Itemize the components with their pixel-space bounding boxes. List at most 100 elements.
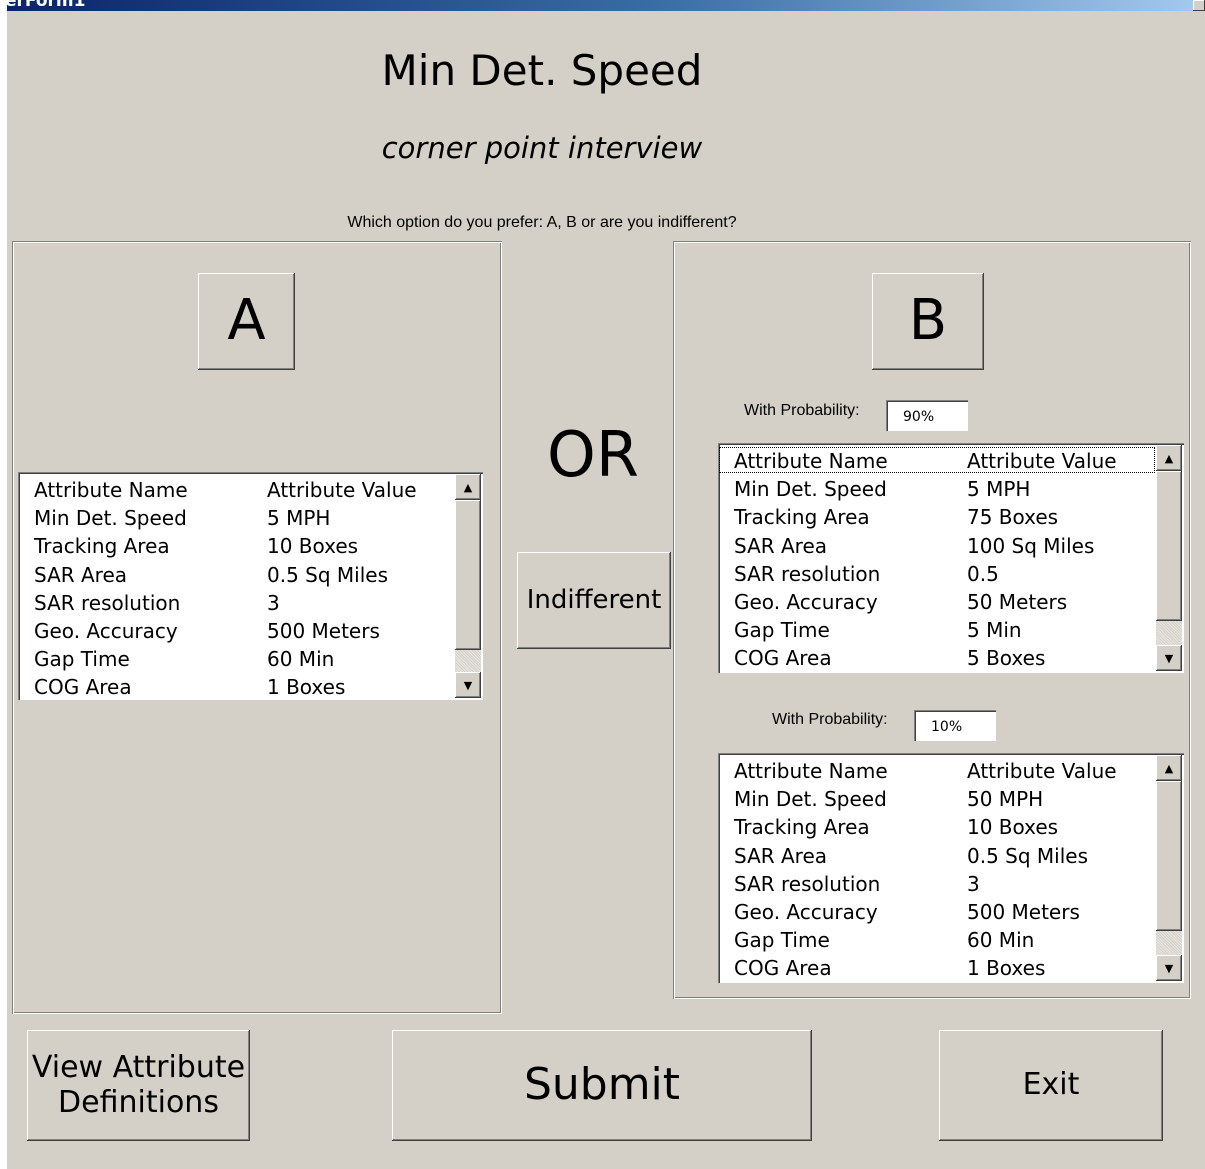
view-definitions-line-1: View Attribute — [31, 1050, 246, 1085]
attribute-value: 75 Boxes — [967, 505, 1059, 530]
list-item[interactable]: Min Det. Speed 50 MPH — [718, 784, 1156, 812]
attribute-name: Geo. Accuracy — [734, 899, 878, 924]
attribute-value: 1 Boxes — [267, 675, 346, 700]
submit-button[interactable]: Submit — [392, 1030, 812, 1141]
window-control-button[interactable] — [1193, 0, 1205, 11]
probability-field-1[interactable]: 90% — [886, 400, 968, 431]
option-b-branch2-list-rows: Attribute Name Attribute Value Min Det. … — [718, 756, 1156, 982]
option-b-button[interactable]: B — [872, 273, 984, 370]
list-header-row: Attribute Name Attribute Value — [718, 446, 1156, 474]
attribute-name: SAR Area — [734, 533, 828, 558]
list-item[interactable]: Geo. Accuracy 50 Meters — [718, 587, 1156, 615]
list-item[interactable]: Geo. Accuracy 500 Meters — [718, 897, 1156, 925]
attribute-value: 5 MPH — [267, 506, 331, 531]
scroll-down-arrow-icon[interactable]: ▼ — [455, 672, 481, 698]
attribute-name: Min Det. Speed — [34, 506, 187, 531]
attribute-name: COG Area — [734, 646, 832, 671]
attribute-value: 50 Meters — [967, 589, 1068, 614]
interview-form: erForm1 Min Det. Speed corner point inte… — [7, 0, 1205, 1169]
scrollbar-thumb[interactable] — [1156, 781, 1182, 931]
attribute-value: 5 Boxes — [967, 646, 1046, 671]
option-b-branch2-attribute-list[interactable]: Attribute Name Attribute Value Min Det. … — [718, 753, 1184, 983]
attribute-name: Tracking Area — [34, 534, 170, 559]
attribute-value: 0.5 Sq Miles — [267, 562, 389, 587]
scroll-up-arrow-icon[interactable]: ▲ — [455, 474, 481, 500]
window-title: erForm1 — [7, 0, 86, 11]
probability-field-2[interactable]: 10% — [914, 710, 996, 741]
scroll-down-arrow-icon[interactable]: ▼ — [1156, 955, 1182, 981]
list-item[interactable]: Gap Time 60 Min — [18, 644, 455, 672]
attribute-value: 0.5 Sq Miles — [967, 843, 1089, 868]
probability-label-1: With Probability: — [744, 402, 860, 419]
indifferent-button[interactable]: Indifferent — [517, 552, 671, 649]
attribute-value: 5 Min — [967, 618, 1022, 643]
list-item[interactable]: Min Det. Speed 5 MPH — [718, 474, 1156, 502]
list-item[interactable]: Gap Time 60 Min — [718, 925, 1156, 953]
attribute-value: 10 Boxes — [267, 534, 359, 559]
attribute-name: SAR Area — [734, 843, 828, 868]
vertical-scrollbar[interactable]: ▲ ▼ — [455, 474, 481, 698]
column-header-value: Attribute Value — [267, 478, 417, 502]
column-header-value: Attribute Value — [967, 449, 1117, 473]
scroll-down-arrow-icon[interactable]: ▼ — [1156, 645, 1182, 671]
list-item[interactable]: Tracking Area 10 Boxes — [18, 531, 455, 559]
list-item[interactable]: Geo. Accuracy 500 Meters — [18, 616, 455, 644]
list-item[interactable]: Tracking Area 10 Boxes — [718, 812, 1156, 840]
list-item[interactable]: SAR Area 100 Sq Miles — [718, 531, 1156, 559]
attribute-value: 1 Boxes — [967, 956, 1046, 981]
attribute-value: 500 Meters — [967, 899, 1080, 924]
list-item[interactable]: Tracking Area 75 Boxes — [718, 502, 1156, 530]
option-b-branch1-attribute-list[interactable]: Attribute Name Attribute Value Min Det. … — [718, 443, 1184, 673]
option-a-attribute-list[interactable]: Attribute Name Attribute Value Min Det. … — [18, 472, 483, 700]
scroll-up-arrow-icon[interactable]: ▲ — [1156, 445, 1182, 471]
attribute-name: Min Det. Speed — [734, 787, 887, 812]
attribute-name: Gap Time — [734, 928, 830, 953]
vertical-scrollbar[interactable]: ▲ ▼ — [1156, 445, 1182, 671]
scrollbar-thumb[interactable] — [1156, 471, 1182, 621]
window-titlebar[interactable]: erForm1 — [7, 0, 1205, 11]
list-item[interactable]: COG Area 1 Boxes — [718, 953, 1156, 981]
vertical-scrollbar[interactable]: ▲ ▼ — [1156, 755, 1182, 981]
column-header-name: Attribute Name — [734, 759, 888, 783]
attribute-name: COG Area — [734, 956, 832, 981]
attribute-name: Gap Time — [734, 618, 830, 643]
list-item[interactable]: COG Area 1 Boxes — [18, 672, 455, 700]
attribute-name: Min Det. Speed — [734, 477, 887, 502]
attribute-value: 5 MPH — [967, 477, 1031, 502]
attribute-value: 3 — [967, 871, 980, 896]
column-header-value: Attribute Value — [967, 759, 1117, 783]
probability-label-2: With Probability: — [772, 711, 888, 728]
option-a-button[interactable]: A — [198, 273, 295, 370]
attribute-value: 3 — [267, 590, 280, 615]
column-header-name: Attribute Name — [34, 478, 188, 502]
attribute-name: COG Area — [34, 675, 132, 700]
page-subtitle: corner point interview — [381, 131, 703, 165]
attribute-name: SAR resolution — [734, 561, 881, 586]
attribute-value: 500 Meters — [267, 618, 380, 643]
list-header-row: Attribute Name Attribute Value — [718, 756, 1156, 784]
option-a-list-rows: Attribute Name Attribute Value Min Det. … — [18, 475, 455, 700]
list-item[interactable]: SAR resolution 3 — [18, 588, 455, 616]
attribute-value: 50 MPH — [967, 787, 1044, 812]
list-header-row: Attribute Name Attribute Value — [18, 475, 455, 503]
view-attribute-definitions-button[interactable]: View Attribute Definitions — [27, 1030, 250, 1141]
attribute-name: Geo. Accuracy — [734, 589, 878, 614]
list-item[interactable]: SAR resolution 3 — [718, 869, 1156, 897]
list-item[interactable]: COG Area 5 Boxes — [718, 643, 1156, 671]
list-item[interactable]: SAR resolution 0.5 — [718, 559, 1156, 587]
column-header-name: Attribute Name — [734, 449, 888, 473]
exit-button[interactable]: Exit — [939, 1030, 1163, 1141]
list-item[interactable]: Min Det. Speed 5 MPH — [18, 503, 455, 531]
attribute-name: SAR resolution — [34, 590, 181, 615]
view-definitions-line-2: Definitions — [58, 1084, 219, 1120]
scroll-up-arrow-icon[interactable]: ▲ — [1156, 755, 1182, 781]
attribute-name: Tracking Area — [734, 505, 870, 530]
attribute-name: SAR resolution — [734, 871, 881, 896]
or-label: OR — [547, 418, 639, 491]
attribute-value: 60 Min — [967, 928, 1035, 953]
list-item[interactable]: SAR Area 0.5 Sq Miles — [718, 841, 1156, 869]
scrollbar-thumb[interactable] — [455, 500, 481, 650]
attribute-value: 100 Sq Miles — [967, 533, 1095, 558]
list-item[interactable]: SAR Area 0.5 Sq Miles — [18, 560, 455, 588]
list-item[interactable]: Gap Time 5 Min — [718, 615, 1156, 643]
